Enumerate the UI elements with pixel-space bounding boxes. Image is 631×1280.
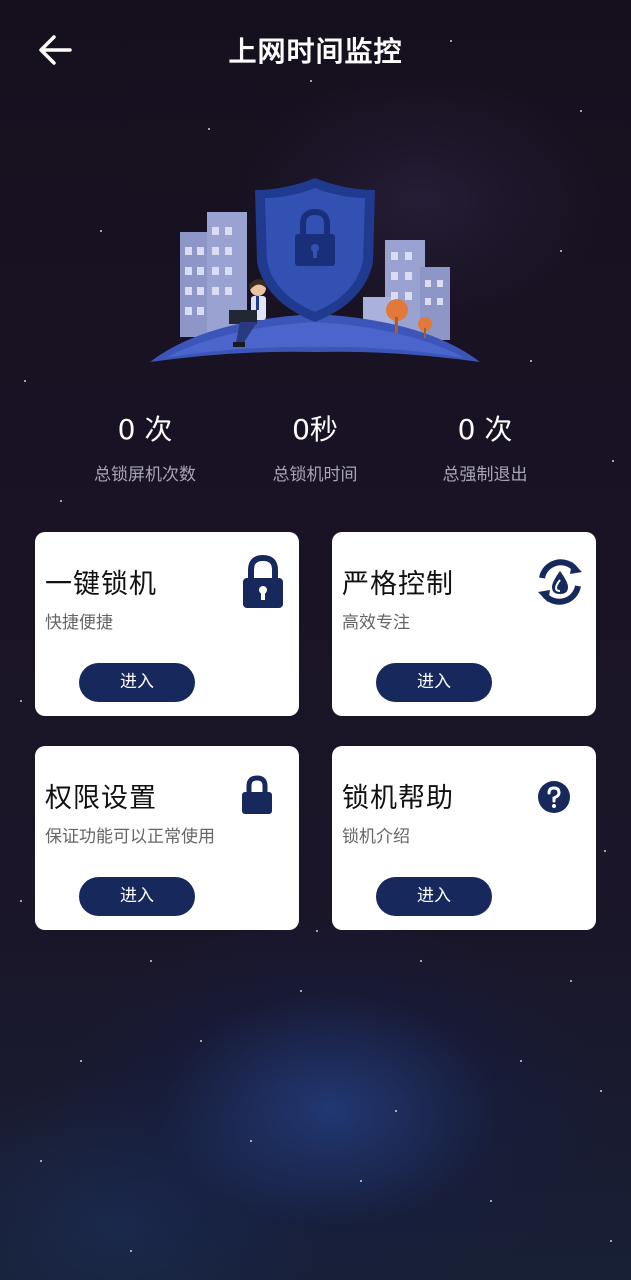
stat-lock-time: 0秒 总锁机时间 bbox=[230, 410, 400, 485]
card-subtitle: 快捷便捷 bbox=[45, 613, 113, 633]
lock-small-icon bbox=[242, 775, 272, 814]
enter-button[interactable]: 进入 bbox=[376, 663, 492, 702]
enter-button[interactable]: 进入 bbox=[79, 663, 195, 702]
card-title: 锁机帮助 bbox=[342, 783, 454, 814]
stats-row: 0 次 总锁屏机次数 0秒 总锁机时间 0 次 总强制退出 bbox=[60, 410, 580, 490]
card-title: 严格控制 bbox=[342, 569, 454, 600]
page-title: 上网时间监控 bbox=[228, 35, 403, 68]
card-title: 权限设置 bbox=[45, 783, 157, 814]
lock-icon bbox=[243, 554, 283, 608]
enter-button[interactable]: 进入 bbox=[79, 877, 195, 916]
stat-label: 总锁屏机次数 bbox=[94, 465, 196, 485]
card-subtitle: 高效专注 bbox=[342, 613, 410, 633]
enter-button[interactable]: 进入 bbox=[376, 877, 492, 916]
hero-illustration bbox=[145, 172, 485, 372]
stat-force-exit: 0 次 总强制退出 bbox=[400, 410, 570, 485]
refresh-drop-icon bbox=[538, 559, 582, 605]
card-subtitle: 保证功能可以正常使用 bbox=[45, 827, 215, 847]
stat-lock-count: 0 次 总锁屏机次数 bbox=[60, 410, 230, 485]
card-permission-settings[interactable]: 权限设置 保证功能可以正常使用 进入 bbox=[35, 746, 299, 930]
stat-value: 0 次 bbox=[457, 413, 513, 446]
help-icon bbox=[538, 781, 570, 813]
card-one-key-lock[interactable]: 一键锁机 快捷便捷 进入 bbox=[35, 532, 299, 716]
card-lock-help[interactable]: 锁机帮助 锁机介绍 进入 bbox=[332, 746, 596, 930]
top-bar: 上网时间监控 bbox=[0, 0, 631, 100]
card-subtitle: 锁机介绍 bbox=[342, 827, 410, 847]
card-strict-control[interactable]: 严格控制 高效专注 进入 bbox=[332, 532, 596, 716]
stat-label: 总锁机时间 bbox=[272, 465, 358, 485]
stat-label: 总强制退出 bbox=[442, 465, 528, 485]
card-title: 一键锁机 bbox=[45, 569, 157, 600]
stat-value: 0秒 bbox=[292, 413, 338, 446]
stat-value: 0 次 bbox=[117, 413, 173, 446]
